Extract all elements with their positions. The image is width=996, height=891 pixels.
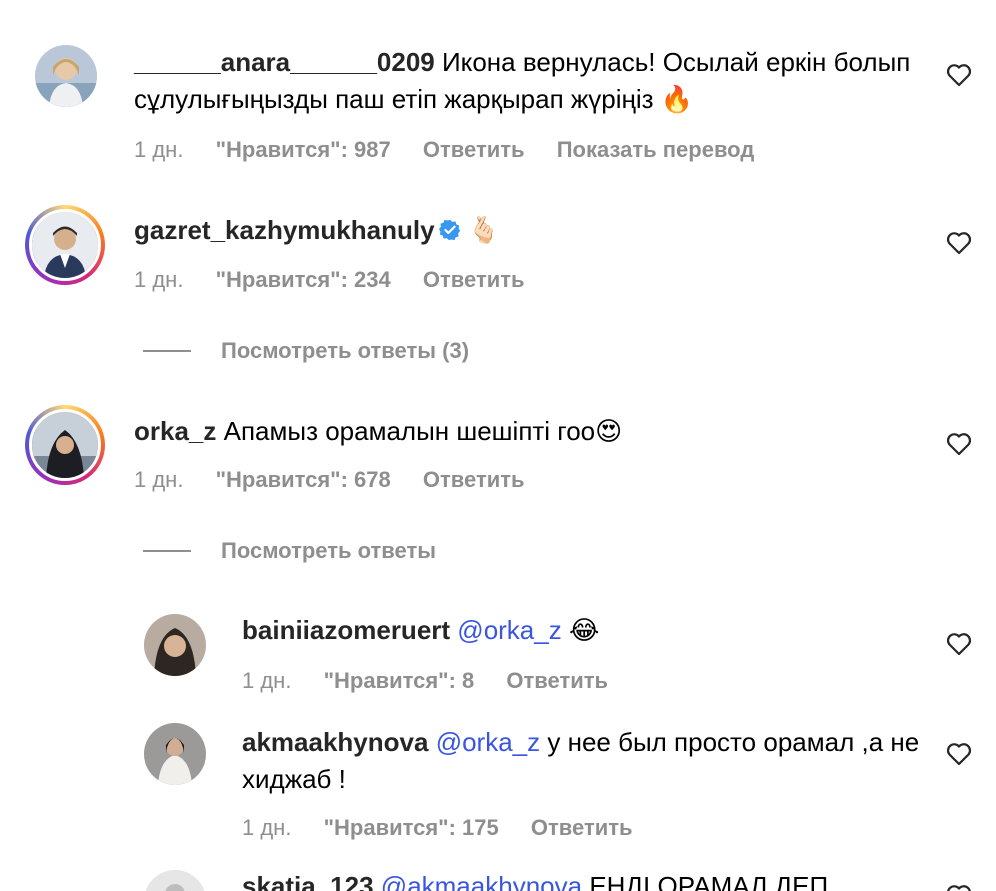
heart-icon[interactable] (946, 742, 972, 766)
reply-item: bainiiazomeruert @orka_z 😂 1 дн. "Нравит… (0, 600, 996, 710)
comment-meta: 1 дн. "Нравится": 234 Ответить (134, 267, 551, 293)
comment-text: ______anara______0209 Икона вернулась! О… (134, 44, 914, 119)
likes-count[interactable]: "Нравится": 678 (216, 467, 391, 492)
default-avatar-icon (144, 870, 206, 891)
likes-count[interactable]: "Нравится": 175 (324, 815, 499, 840)
reply-body: ЕНДІ ОРАМАЛ ДЕП (589, 871, 829, 891)
avatar-photo (144, 614, 206, 676)
likes-count[interactable]: "Нравится": 234 (216, 267, 391, 292)
reply-button[interactable]: Ответить (423, 267, 525, 292)
avatar[interactable] (144, 870, 206, 891)
username[interactable]: gazret_kazhymukhanuly (134, 215, 435, 245)
heart-icon[interactable] (946, 432, 972, 456)
timestamp[interactable]: 1 дн. (134, 137, 183, 162)
divider-line (143, 350, 191, 352)
reply-meta: 1 дн. "Нравится": 8 Ответить (242, 668, 634, 694)
comment-meta: 1 дн. "Нравится": 987 Ответить Показать … (134, 137, 780, 163)
mention-link[interactable]: @orka_z (457, 615, 561, 645)
avatar-photo (32, 412, 98, 478)
reply-text: bainiiazomeruert @orka_z 😂 (242, 612, 912, 650)
comment-meta: 1 дн. "Нравится": 678 Ответить (134, 467, 551, 493)
heart-icon[interactable] (946, 632, 972, 656)
comment-body: Апамыз орамалын шешіпті гоо (223, 416, 596, 446)
likes-count[interactable]: "Нравится": 8 (324, 668, 475, 693)
reply-item: skatja_123 @akmaakhynova ЕНДІ ОРАМАЛ ДЕП (0, 860, 996, 891)
comment-text: orka_z Апамыз орамалын шешіпті гоо😍 (134, 413, 914, 451)
username[interactable]: ______anara______0209 (134, 47, 435, 77)
reply-text: skatja_123 @akmaakhynova ЕНДІ ОРАМАЛ ДЕП (242, 868, 922, 891)
mention-link[interactable]: @orka_z (436, 727, 540, 757)
laughing-emoji: 😂 (568, 616, 600, 646)
reply-meta: 1 дн. "Нравится": 175 Ответить (242, 815, 659, 841)
likes-count[interactable]: "Нравится": 987 (216, 137, 391, 162)
reply-button[interactable]: Ответить (423, 137, 525, 162)
avatar-photo (35, 45, 97, 107)
heart-icon[interactable] (946, 63, 972, 87)
timestamp[interactable]: 1 дн. (242, 815, 291, 840)
timestamp[interactable]: 1 дн. (134, 267, 183, 292)
avatar[interactable] (144, 723, 206, 785)
view-replies-button[interactable]: Посмотреть ответы (3) (143, 338, 469, 364)
reply-item: akmaakhynova @orka_z у нее был просто ор… (0, 710, 996, 860)
avatar[interactable] (25, 205, 105, 285)
mention-link[interactable]: @akmaakhynova (381, 871, 582, 891)
avatar[interactable] (35, 45, 97, 107)
timestamp[interactable]: 1 дн. (242, 668, 291, 693)
comment-item: ______anara______0209 Икона вернулась! О… (0, 0, 996, 180)
divider-line (143, 550, 191, 552)
avatar[interactable] (25, 405, 105, 485)
reply-button[interactable]: Ответить (423, 467, 525, 492)
view-replies-button[interactable]: Посмотреть ответы (143, 538, 436, 564)
username[interactable]: orka_z (134, 416, 216, 446)
comment-item: gazret_kazhymukhanuly 🫰🏻 1 дн. "Нравится… (0, 190, 996, 370)
view-replies-label[interactable]: Посмотреть ответы (3) (221, 338, 469, 364)
avatar[interactable] (144, 614, 206, 676)
username[interactable]: skatja_123 (242, 871, 374, 891)
heart-icon[interactable] (946, 884, 972, 891)
reply-button[interactable]: Ответить (506, 668, 608, 693)
avatar-photo (144, 723, 206, 785)
username[interactable]: bainiiazomeruert (242, 615, 450, 645)
avatar-photo (32, 212, 98, 278)
verified-badge-icon (438, 219, 460, 241)
reply-text: akmaakhynova @orka_z у нее был просто ор… (242, 724, 922, 798)
username[interactable]: akmaakhynova (242, 727, 428, 757)
heart-icon[interactable] (946, 231, 972, 255)
reply-button[interactable]: Ответить (531, 815, 633, 840)
timestamp[interactable]: 1 дн. (134, 467, 183, 492)
fire-emoji: 🔥 (660, 85, 694, 115)
heart-eyes-emoji: 😍 (595, 417, 623, 447)
show-translation-button[interactable]: Показать перевод (557, 137, 755, 162)
comment-text: gazret_kazhymukhanuly 🫰🏻 (134, 212, 914, 250)
view-replies-label[interactable]: Посмотреть ответы (221, 538, 436, 564)
hand-emoji: 🫰🏻 (467, 216, 501, 246)
comment-item: orka_z Апамыз орамалын шешіпті гоо😍 1 дн… (0, 390, 996, 570)
